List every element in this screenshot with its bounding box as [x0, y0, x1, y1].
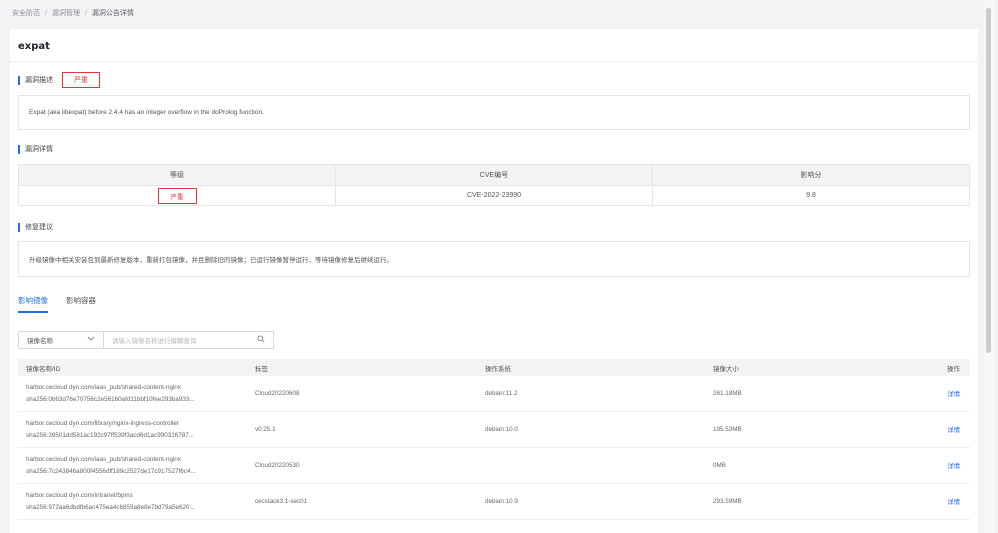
table-row: harbor.cecloud dyn.com/iaas_pub/shared-c… [18, 448, 970, 484]
search-input[interactable]: 请输入镜像名称进行模糊查询 [104, 331, 274, 349]
image-id: sha256:0b63d76e70756c2e56160afd11bbf10fe… [26, 395, 195, 403]
image-name: harbor.cecloud dyn.com/iaas_pub/shared-c… [26, 455, 182, 463]
image-os: debian:10.9 [485, 498, 518, 505]
breadcrumb: 安全防范 / 漏洞管理 / 漏洞公告详情 [12, 6, 139, 20]
image-id: sha256:39501dd581ac192c97ff539f3acd6d1ac… [26, 431, 194, 439]
section-description-label: 漏洞描述 [25, 77, 53, 84]
tab-bar: 影响镜像 影响容器 [18, 295, 114, 313]
search-icon[interactable] [257, 335, 265, 345]
section-details-label: 漏洞详情 [25, 146, 53, 153]
header-os: 操作系统 [485, 365, 511, 373]
image-tag: cecstack3.1-sec01 [255, 498, 308, 505]
description-box: Expat (aka libexpat) before 2.4.4 has an… [18, 95, 970, 130]
image-id: sha256:7c243846a800f4556dff189c2527de17c… [26, 467, 196, 475]
details-table-row: 严重 CVE-2022-23990 9.8 [19, 185, 969, 205]
table-row: harbor.cecloud dyn.com/intranet/bpms sha… [18, 484, 970, 520]
header-image-name: 镜像名称/ID [26, 365, 61, 373]
image-size: 195.53MB [713, 426, 742, 433]
fix-box: 升级镜像中相关安装包到最新修复版本，重新打包镜像，并且删除旧的镜像；已运行镜像暂… [18, 241, 970, 277]
details-header-score: 影响分 [800, 172, 822, 179]
section-marker [18, 75, 20, 85]
section-description-header: 漏洞描述 严重 [18, 72, 100, 88]
tab-affected-containers[interactable]: 影响容器 [66, 295, 96, 313]
main-panel: expat 漏洞描述 严重 Expat (aka libexpat) befor… [10, 29, 978, 533]
detail-link[interactable]: 详情 [947, 391, 960, 398]
image-size: 0MB [713, 462, 726, 469]
header-tag: 标签 [255, 365, 268, 373]
fix-text: 升级镜像中相关安装包到最新修复版本，重新打包镜像，并且删除旧的镜像；已运行镜像暂… [29, 257, 393, 264]
image-tag: Cloud20220530 [255, 462, 300, 469]
image-name-cell: harbor.cecloud dyn.com/intranet/bpms sha… [18, 490, 253, 514]
page-title: expat [18, 41, 50, 52]
header-action: 操作 [947, 365, 960, 373]
image-tag: v0.25.1 [255, 426, 276, 433]
details-cell-cve: CVE-2022-23990 [336, 186, 653, 205]
table-row: harbor.cecloud dyn.com/iaas_pub/shared-c… [18, 376, 970, 412]
details-cell-level: 严重 [19, 186, 336, 205]
details-cell-score: 9.8 [806, 192, 816, 199]
image-name: harbor.cecloud dyn.com/iaas_pub/shared-c… [26, 383, 182, 391]
image-size: 293.59MB [713, 498, 742, 505]
images-table: 镜像名称/ID 标签 操作系统 镜像大小 操作 harbor.cecloud d… [18, 359, 970, 520]
detail-link[interactable]: 详情 [947, 499, 960, 506]
filter-bar: 镜像名称 请输入镜像名称进行模糊查询 [18, 331, 274, 349]
filter-field-select[interactable]: 镜像名称 [18, 331, 104, 349]
image-name: harbor.cecloud dyn.com/library/nginx-ing… [26, 419, 179, 427]
details-table: 等级 CVE编号 影响分 严重 CVE-2022-23990 9.8 [18, 164, 970, 206]
section-fix-label: 修复建议 [25, 224, 53, 231]
header-size: 镜像大小 [713, 365, 739, 373]
breadcrumb-separator: / [45, 9, 47, 17]
images-table-header: 镜像名称/ID 标签 操作系统 镜像大小 操作 [18, 359, 970, 376]
details-header-cve: CVE编号 [336, 165, 653, 185]
tab-affected-images[interactable]: 影响镜像 [18, 295, 48, 313]
image-size: 261.18MB [713, 390, 742, 397]
details-table-header: 等级 CVE编号 影响分 [19, 165, 969, 185]
section-details-header: 漏洞详情 [18, 144, 53, 154]
image-name-cell: harbor.cecloud dyn.com/iaas_pub/shared-c… [18, 382, 253, 406]
filter-select-value: 镜像名称 [27, 338, 53, 345]
image-name-cell: harbor.cecloud dyn.com/iaas_pub/shared-c… [18, 454, 253, 478]
detail-link[interactable]: 详情 [947, 463, 960, 470]
scrollbar-thumb[interactable] [986, 8, 991, 353]
severity-badge: 严重 [62, 72, 100, 88]
section-fix-header: 修复建议 [18, 222, 53, 232]
section-marker [18, 222, 20, 232]
image-os: debian:11.2 [485, 390, 518, 397]
details-header-level: 等级 [19, 165, 336, 185]
breadcrumb-item-security[interactable]: 安全防范 [12, 8, 40, 18]
description-text: Expat (aka libexpat) before 2.4.4 has an… [29, 109, 264, 116]
search-placeholder: 请输入镜像名称进行模糊查询 [112, 338, 197, 345]
section-marker [18, 144, 20, 154]
breadcrumb-item-current: 漏洞公告详情 [91, 10, 134, 17]
image-name-cell: harbor.cecloud dyn.com/library/nginx-ing… [18, 418, 253, 442]
title-divider [10, 61, 978, 62]
image-id: sha256:972aa6dbdfb6ac475ea4c6859a8e8e7bd… [26, 503, 195, 511]
breadcrumb-separator: / [84, 9, 87, 17]
image-os: debian:10.0 [485, 426, 518, 433]
table-row: harbor.cecloud dyn.com/library/nginx-ing… [18, 412, 970, 448]
image-tag: Cloud20220608 [255, 390, 300, 397]
breadcrumb-item-vuln-mgmt[interactable]: 漏洞管理 [52, 8, 80, 18]
severity-badge: 严重 [157, 187, 197, 204]
chevron-down-icon [87, 336, 95, 344]
image-name: harbor.cecloud dyn.com/intranet/bpms [26, 491, 133, 499]
detail-link[interactable]: 详情 [947, 427, 960, 434]
